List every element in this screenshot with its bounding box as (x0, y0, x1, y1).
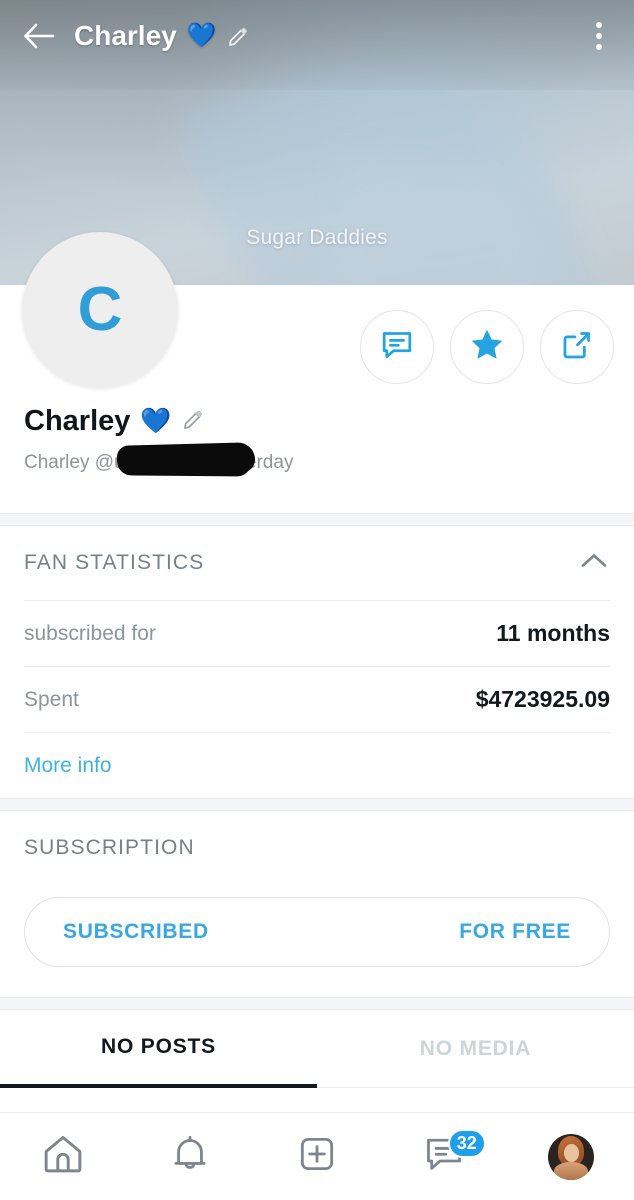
fan-statistics-title: FAN STATISTICS (24, 551, 204, 575)
more-info-row[interactable]: More info (24, 732, 610, 798)
top-app-bar-title: Charley (74, 20, 177, 52)
star-icon (469, 327, 505, 368)
subscription-status: SUBSCRIBED (63, 920, 209, 944)
note-button[interactable] (360, 310, 434, 384)
content-tabs: NO POSTS NO MEDIA (0, 1010, 634, 1088)
handle-row: Charley @u • Seen Yesterday (24, 452, 610, 474)
chevron-up-icon[interactable] (578, 550, 610, 577)
section-divider (0, 513, 634, 526)
user-handle: Charley @u (24, 452, 125, 474)
subscription-title: SUBSCRIPTION (24, 836, 195, 860)
bottom-navigation: 32 (0, 1112, 634, 1200)
note-icon (380, 328, 414, 367)
nav-messages[interactable]: 32 (380, 1113, 507, 1200)
stat-value: 11 months (496, 620, 610, 647)
display-name: Charley (24, 405, 130, 438)
nav-profile[interactable] (507, 1113, 634, 1200)
share-button[interactable] (540, 310, 614, 384)
display-name-row: Charley 💙 (24, 405, 610, 438)
section-divider (0, 798, 634, 811)
tab-no-posts-label: NO POSTS (101, 1035, 216, 1059)
stat-label: Spent (24, 688, 79, 712)
fan-statistics-section: FAN STATISTICS subscribed for 11 months … (0, 526, 634, 798)
identity-block: Charley 💙 Charley @u • Seen Yesterday (0, 405, 634, 474)
home-icon (40, 1131, 86, 1182)
subscription-section: SUBSCRIPTION SUBSCRIBED FOR FREE (0, 811, 634, 967)
stat-row: Spent $4723925.09 (24, 666, 610, 732)
avatar-icon (548, 1134, 594, 1180)
top-app-bar-title-group: Charley 💙 (74, 20, 249, 52)
edit-name-icon[interactable] (227, 25, 249, 47)
plus-square-icon (295, 1132, 339, 1181)
more-info-link[interactable]: More info (24, 754, 112, 778)
stat-row: subscribed for 11 months (24, 600, 610, 666)
nav-notifications[interactable] (127, 1113, 254, 1200)
profile-actions (360, 310, 614, 384)
tab-no-media-label: NO MEDIA (420, 1037, 531, 1061)
messages-unread-badge: 32 (448, 1129, 486, 1158)
nav-create[interactable] (254, 1113, 381, 1200)
tab-no-media[interactable]: NO MEDIA (317, 1010, 634, 1088)
subscription-button[interactable]: SUBSCRIBED FOR FREE (24, 897, 610, 967)
handle-redaction-mark (117, 442, 256, 476)
overflow-menu-icon[interactable] (582, 15, 616, 57)
avatar-initial: C (78, 279, 123, 341)
subscription-price: FOR FREE (459, 920, 571, 944)
blue-heart-icon: 💙 (187, 24, 217, 48)
blue-heart-icon: 💙 (140, 409, 171, 434)
subscription-header: SUBSCRIPTION (24, 811, 610, 885)
stat-label: subscribed for (24, 622, 156, 646)
avatar[interactable]: C (22, 232, 178, 388)
stat-value: $4723925.09 (476, 686, 610, 713)
fan-statistics-header[interactable]: FAN STATISTICS (24, 526, 610, 600)
section-divider (0, 997, 634, 1010)
edit-profile-icon[interactable] (182, 408, 204, 435)
favorite-button[interactable] (450, 310, 524, 384)
top-app-bar: Charley 💙 (0, 0, 634, 72)
tab-no-posts[interactable]: NO POSTS (0, 1010, 317, 1088)
bell-icon (168, 1132, 212, 1181)
avatar-body (554, 1162, 588, 1180)
share-icon (560, 328, 594, 367)
profile-screen: Sugar Daddies Charley 💙 C (0, 0, 634, 1200)
nav-home[interactable] (0, 1113, 127, 1200)
avatar-face (564, 1144, 579, 1162)
back-icon[interactable] (18, 15, 60, 57)
user-handle-text: Charley @u (24, 452, 125, 473)
